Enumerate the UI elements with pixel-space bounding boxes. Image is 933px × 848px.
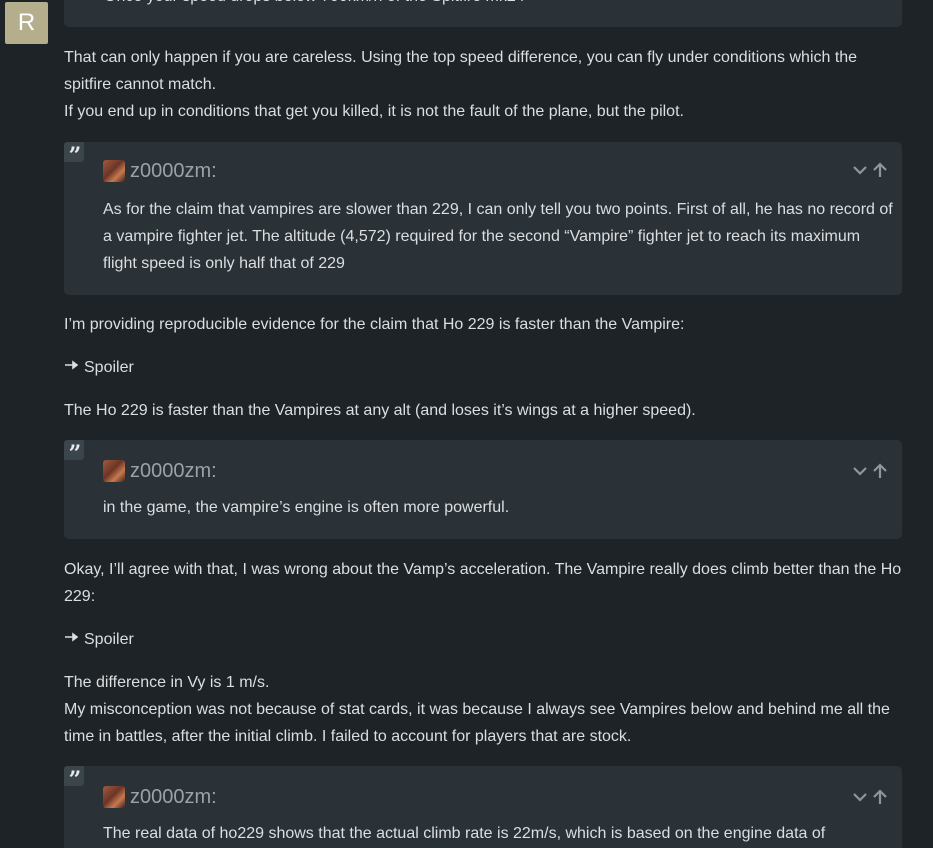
quote-text: in the game, the vampire’s engine is oft… (103, 499, 510, 516)
forum-thread: R Once your speed drops below 700km/h of… (0, 0, 933, 848)
quote-username[interactable]: z0000zm: (130, 784, 217, 811)
quote-block: ” z0000zm: in the game, the vampire’s en… (64, 440, 902, 539)
quote-controls (852, 789, 888, 805)
quote-header: z0000zm: (103, 785, 217, 809)
spoiler-label: Spoiler (84, 359, 134, 376)
spoiler-arrow-icon (64, 354, 84, 381)
quote-text: As for the claim that vampires are slowe… (103, 201, 893, 272)
poster-avatar[interactable]: R (5, 2, 48, 44)
paragraph: That can only happen if you are careless… (64, 49, 858, 93)
quote-content: in the game, the vampire’s engine is oft… (103, 494, 893, 521)
quote-block: ” z0000zm: As for the claim that vampire… (64, 142, 902, 295)
quote-content: The real data of ho229 shows that the ac… (103, 820, 893, 847)
paragraph: My misconception was not because of stat… (64, 701, 890, 745)
quote-controls (852, 463, 888, 479)
quote-block: ” z0000zm: The real data of ho229 shows … (64, 766, 902, 848)
quote-controls (852, 162, 888, 178)
arrow-up-icon[interactable] (872, 789, 888, 805)
spoiler-arrow-icon (64, 626, 84, 653)
quote-header: z0000zm: (103, 159, 217, 183)
quote-mark-icon: ” (64, 440, 84, 467)
paragraph: I’m providing reproducible evidence for … (64, 316, 685, 333)
paragraph: The difference in Vy is 1 m/s. (64, 674, 270, 691)
spoiler-toggle[interactable]: Spoiler (64, 626, 134, 653)
spoiler-toggle[interactable]: Spoiler (64, 354, 134, 381)
quote-content: As for the claim that vampires are slowe… (103, 196, 893, 277)
quote-block-previous: Once your speed drops below 700km/h of t… (64, 0, 902, 27)
chevron-down-icon[interactable] (852, 463, 868, 479)
avatar-letter: R (17, 9, 36, 36)
arrow-up-icon[interactable] (872, 162, 888, 178)
spoiler-label: Spoiler (84, 631, 134, 648)
avatar[interactable] (103, 786, 125, 808)
quote-username[interactable]: z0000zm: (130, 158, 217, 185)
quote-mark-icon: ” (64, 142, 84, 169)
paragraph: The Ho 229 is faster than the Vampires a… (64, 402, 696, 419)
arrow-up-icon[interactable] (872, 463, 888, 479)
paragraph: Okay, I’ll agree with that, I was wrong … (64, 561, 902, 605)
quote-text: Once your speed drops below 700km/h of t… (104, 0, 525, 10)
chevron-down-icon[interactable] (852, 162, 868, 178)
paragraph: If you end up in conditions that get you… (64, 103, 684, 120)
quote-mark-icon: ” (64, 766, 84, 793)
chevron-down-icon[interactable] (852, 789, 868, 805)
avatar[interactable] (103, 160, 125, 182)
avatar[interactable] (103, 460, 125, 482)
quote-text: The real data of ho229 shows that the ac… (103, 825, 826, 842)
quote-username[interactable]: z0000zm: (130, 458, 217, 485)
quote-header: z0000zm: (103, 459, 217, 483)
